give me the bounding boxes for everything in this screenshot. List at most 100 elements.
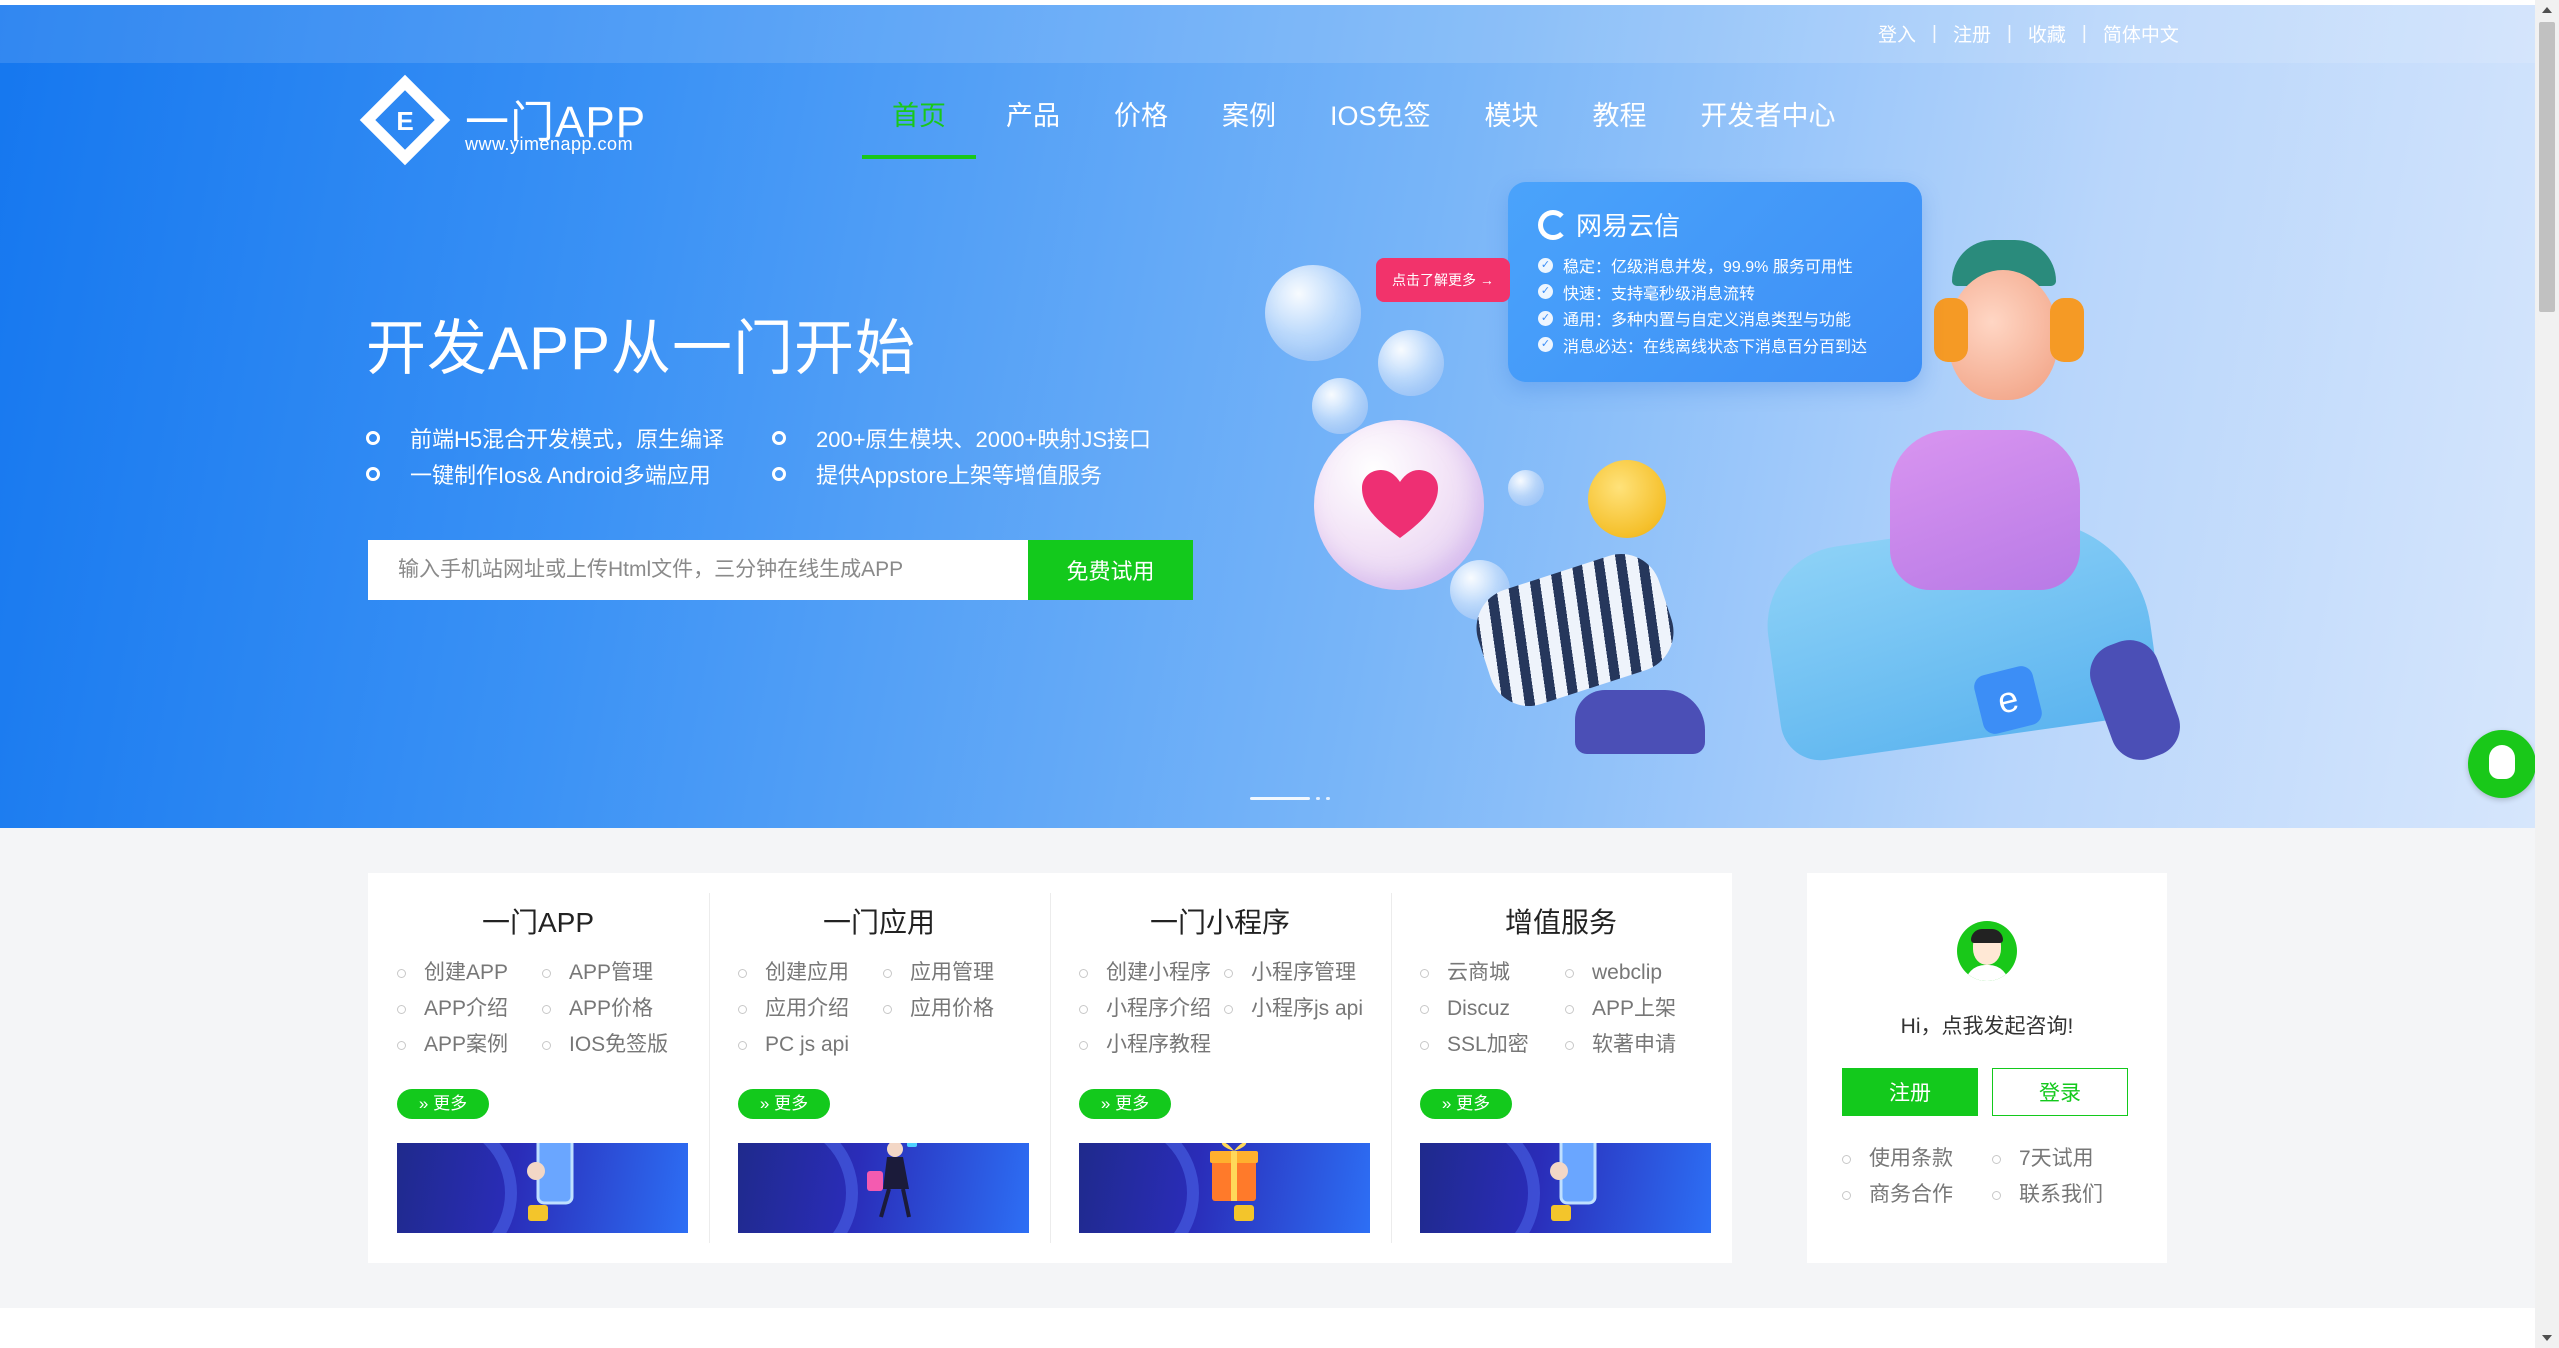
learn-more-tag[interactable]: 点击了解更多 → [1376,258,1510,302]
service-link-label: 软著申请 [1592,1033,1676,1056]
more-button[interactable]: » 更多 [1420,1089,1512,1119]
nav-item-tutorials[interactable]: 教程 [1593,94,1647,159]
register-link[interactable]: 注册 [1953,20,1991,47]
bullet-icon [1992,1190,2001,1200]
register-button[interactable]: 注册 [1842,1068,1978,1116]
nav-item-developer[interactable]: 开发者中心 [1701,94,1836,159]
qq-chat-button[interactable] [2468,730,2536,798]
terms-link[interactable]: 使用条款 [1842,1143,1992,1175]
arrow-bubble-icon [1265,265,1361,361]
site-url-input[interactable] [368,540,1028,600]
service-link[interactable]: 小程序js api [1224,993,1369,1025]
feature-text: 200+原生模块、2000+映射JS接口 [816,427,1152,452]
service-link[interactable]: APP价格 [542,993,687,1025]
service-link[interactable]: APP上架 [1565,993,1710,1025]
service-link[interactable]: 创建APP [397,957,542,989]
bullet-icon [397,968,406,978]
service-link[interactable]: 软著申请 [1565,1029,1710,1061]
brand-url: www.yimenapp.com [465,134,634,154]
service-title: 增值服务 [1504,907,1617,938]
small-bubble [1312,378,1368,434]
service-link[interactable]: SSL加密 [1420,1029,1565,1061]
service-link-label: 小程序js api [1251,997,1364,1020]
service-link[interactable]: 创建小程序 [1079,957,1224,989]
carousel-dot[interactable] [1326,797,1330,800]
carousel-indicator [1250,797,1330,800]
scroll-up-icon[interactable] [2542,7,2552,13]
more-button[interactable]: » 更多 [738,1089,830,1119]
service-link[interactable]: webclip [1565,957,1710,989]
service-banner-image[interactable] [1079,1143,1370,1233]
bullet-icon [1420,968,1429,978]
bullet-icon [1224,1004,1233,1014]
emoji-icon [1588,460,1666,538]
phone-illustration-icon [1550,1143,1597,1221]
more-button[interactable]: » 更多 [1079,1089,1171,1119]
consult-greeting[interactable]: Hi，点我发起咨询! [1807,1010,2167,1040]
service-link[interactable]: 小程序教程 [1079,1029,1224,1061]
service-link[interactable]: Discuz [1420,993,1565,1025]
bullet-icon [542,1004,551,1014]
business-link[interactable]: 商务合作 [1842,1179,1992,1211]
service-column-value-added: 增值服务 云商城 webclip Discuz APP上架 SSL加密 软著申请… [1391,873,1732,1263]
feature-item: 200+原生模块、2000+映射JS接口 [772,422,1151,454]
service-column-application: 一门应用 创建应用 应用管理 应用介绍 应用价格 PC js api » 更多 [709,873,1050,1263]
bullet-icon [883,1004,892,1014]
consult-link-label: 联系我们 [2019,1183,2103,1206]
nav-item-modules[interactable]: 模块 [1485,94,1539,159]
trial-link[interactable]: 7天试用 [1992,1143,2142,1175]
nav-item-pricing[interactable]: 价格 [1114,94,1168,159]
carousel-dot[interactable] [1316,797,1320,800]
promo-line-text: 稳定：亿级消息并发，99.9% 服务可用性 [1563,259,1853,277]
service-link-label: APP上架 [1592,997,1677,1020]
service-link[interactable]: 应用介绍 [738,993,883,1025]
service-banner-image[interactable] [1420,1143,1711,1233]
service-banner-image[interactable] [397,1143,688,1233]
nav-item-ios-unsigned[interactable]: IOS免签 [1330,94,1431,159]
scroll-down-icon[interactable] [2542,1335,2552,1341]
nav-item-cases[interactable]: 案例 [1222,94,1276,159]
consultant-avatar-icon[interactable] [1957,921,2017,981]
service-link[interactable]: 应用价格 [883,993,1028,1025]
nav-item-home[interactable]: 首页 [862,94,976,159]
more-button[interactable]: » 更多 [397,1089,489,1119]
page-scrollbar[interactable] [2535,0,2559,1348]
service-link[interactable]: 小程序介绍 [1079,993,1224,1025]
service-links: 云商城 webclip Discuz APP上架 SSL加密 软著申请 [1420,957,1702,1061]
service-link[interactable]: APP管理 [542,957,687,989]
banner-arc [1420,1143,1540,1233]
chat-bubble-icon [1378,330,1444,396]
service-link[interactable]: IOS免签版 [542,1029,687,1061]
service-link-label: 小程序管理 [1251,961,1356,984]
service-link[interactable]: APP介绍 [397,993,542,1025]
service-link[interactable]: PC js api [738,1029,883,1061]
contact-link[interactable]: 联系我们 [1992,1179,2142,1211]
check-icon: ✓ [1538,337,1553,353]
service-link[interactable]: 云商城 [1420,957,1565,989]
promo-card[interactable]: 网易云信 ✓ 稳定：亿级消息并发，99.9% 服务可用性 ✓ 快速：支持毫秒级消息流… [1508,182,1922,382]
service-link[interactable]: APP案例 [397,1029,542,1061]
brand-logo[interactable]: E 一门APP www.yimenapp.com [359,74,665,176]
hero-illustration: e 网易云信 ✓ 稳定：亿级消息并发，99.9% 服务可用性 ✓ 快速：支持毫秒级消… [1240,170,2240,810]
service-link-label: 云商城 [1447,961,1510,984]
bullet-icon [1079,1040,1088,1050]
bullet-icon [738,1040,747,1050]
service-link[interactable]: 创建应用 [738,957,883,989]
service-link-label: 创建APP [424,961,509,984]
carousel-dot-active[interactable] [1250,797,1310,800]
service-banner-image[interactable] [738,1143,1029,1233]
service-link[interactable]: 小程序管理 [1224,957,1369,989]
language-link[interactable]: 简体中文 [2103,20,2179,47]
nav-item-products[interactable]: 产品 [1006,94,1060,159]
login-link[interactable]: 登入 [1878,20,1916,47]
login-button[interactable]: 登录 [1992,1068,2128,1116]
favorite-link[interactable]: 收藏 [2028,20,2066,47]
service-link-label: webclip [1592,961,1663,984]
free-trial-button[interactable]: 免费试用 [1028,540,1193,600]
service-link-label: PC js api [765,1033,850,1056]
service-link[interactable]: 应用管理 [883,957,1028,989]
promo-line: ✓ 消息必达：在线离线状态下消息百分百到达 [1538,332,1867,359]
scroll-thumb[interactable] [2539,22,2555,312]
avatar-hair [1971,929,2003,943]
feature-item: 前端H5混合开发模式，原生编译 [366,422,724,454]
